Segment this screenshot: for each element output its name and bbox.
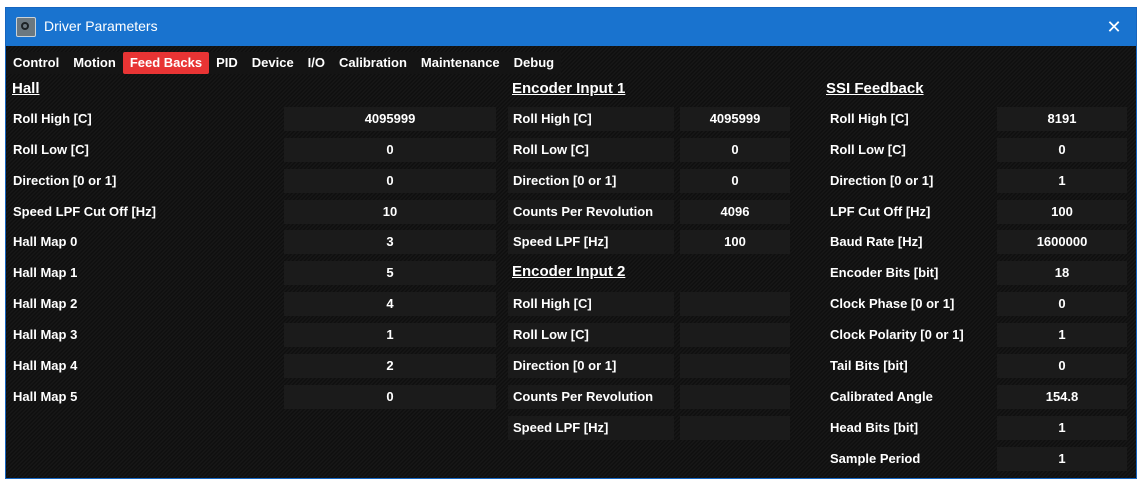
encoder-2-section-title: Encoder Input 2 <box>512 263 626 280</box>
encoder-1-row-label: Counts Per Revolution <box>513 204 654 219</box>
tab-feed-backs[interactable]: Feed Backs <box>122 52 210 74</box>
hall-roll-low-field[interactable]: 0 <box>284 138 496 162</box>
tab-debug[interactable]: Debug <box>506 52 562 74</box>
hall-row-label: Hall Map 4 <box>13 358 78 373</box>
hall-row-label: Roll Low [C] <box>13 142 89 157</box>
encoder-2-counts-field[interactable] <box>680 385 790 409</box>
hall-row-label: Speed LPF Cut Off [Hz] <box>13 204 156 219</box>
hall-map-2-field[interactable]: 4 <box>284 292 496 316</box>
tab-maintenance[interactable]: Maintenance <box>413 52 507 74</box>
encoder-1-speed-lpf-field[interactable]: 100 <box>680 230 790 254</box>
close-button[interactable]: ✕ <box>1092 8 1136 46</box>
ssi-encoder-bits-field[interactable]: 18 <box>997 261 1127 285</box>
ssi-row-label: Direction [0 or 1] <box>830 173 934 188</box>
app-gear-icon <box>16 17 36 37</box>
ssi-baud-rate-field[interactable]: 1600000 <box>997 230 1127 254</box>
hall-map-0-field[interactable]: 3 <box>284 230 496 254</box>
ssi-row-label: Tail Bits [bit] <box>830 358 908 373</box>
encoder-1-row-label: Direction [0 or 1] <box>513 173 617 188</box>
encoder-1-counts-field[interactable]: 4096 <box>680 200 790 224</box>
hall-direction-field[interactable]: 0 <box>284 169 496 193</box>
hall-row-label: Hall Map 1 <box>13 265 78 280</box>
window-title: Driver Parameters <box>44 18 158 34</box>
ssi-section-title: SSI Feedback <box>826 80 924 97</box>
ssi-calibrated-angle-field[interactable]: 154.8 <box>997 385 1127 409</box>
hall-roll-high-field[interactable]: 4095999 <box>284 107 496 131</box>
hall-row-label: Hall Map 3 <box>13 327 78 342</box>
hall-map-5-field[interactable]: 0 <box>284 385 496 409</box>
ssi-tail-bits-field[interactable]: 0 <box>997 354 1127 378</box>
hall-row-label: Roll High [C] <box>13 111 92 126</box>
tab-pid[interactable]: PID <box>209 52 245 74</box>
hall-map-1-field[interactable]: 5 <box>284 261 496 285</box>
encoder-2-row-label: Speed LPF [Hz] <box>513 420 609 435</box>
hall-map-4-field[interactable]: 2 <box>284 354 496 378</box>
ssi-sample-period-field[interactable]: 1 <box>997 447 1127 471</box>
tab-calibration[interactable]: Calibration <box>332 52 414 74</box>
ssi-row-label: LPF Cut Off [Hz] <box>830 204 931 219</box>
ssi-row-label: Sample Period <box>830 451 921 466</box>
encoder-2-speed-lpf-field[interactable] <box>680 416 790 440</box>
driver-parameters-window: Driver Parameters ✕ Control Motion Feed … <box>6 8 1136 478</box>
ssi-row-label: Roll High [C] <box>830 111 909 126</box>
title-bar[interactable]: Driver Parameters ✕ <box>6 8 1136 46</box>
hall-row-label: Hall Map 5 <box>13 389 78 404</box>
hall-row-label: Hall Map 2 <box>13 296 78 311</box>
encoder-2-direction-field[interactable] <box>680 354 790 378</box>
hall-row-label: Hall Map 0 <box>13 234 78 249</box>
hall-map-3-field[interactable]: 1 <box>284 323 496 347</box>
ssi-row-label: Baud Rate [Hz] <box>830 234 923 249</box>
encoder-1-row-label: Speed LPF [Hz] <box>513 234 609 249</box>
encoder-2-row-label: Direction [0 or 1] <box>513 358 617 373</box>
ssi-row-label: Clock Phase [0 or 1] <box>830 296 955 311</box>
ssi-row-label: Head Bits [bit] <box>830 420 919 435</box>
hall-speed-lpf-field[interactable]: 10 <box>284 200 496 224</box>
encoder-1-row-label: Roll High [C] <box>513 111 592 126</box>
encoder-1-direction-field[interactable]: 0 <box>680 169 790 193</box>
ssi-lpf-cutoff-field[interactable]: 100 <box>997 200 1127 224</box>
ssi-direction-field[interactable]: 1 <box>997 169 1127 193</box>
ssi-row-label: Calibrated Angle <box>830 389 933 404</box>
ssi-row-label: Encoder Bits [bit] <box>830 265 939 280</box>
ssi-row-label: Roll Low [C] <box>830 142 906 157</box>
ssi-roll-high-field[interactable]: 8191 <box>997 107 1127 131</box>
tab-motion[interactable]: Motion <box>66 52 123 74</box>
tab-bar: Control Motion Feed Backs PID Device I/O… <box>6 52 562 74</box>
encoder-2-roll-low-field[interactable] <box>680 323 790 347</box>
encoder-1-section-title: Encoder Input 1 <box>512 80 626 97</box>
encoder-1-roll-high-field[interactable]: 4095999 <box>680 107 790 131</box>
encoder-1-row-label: Roll Low [C] <box>513 142 589 157</box>
hall-row-label: Direction [0 or 1] <box>13 173 117 188</box>
hall-section-title: Hall <box>12 80 40 97</box>
ssi-row-label: Clock Polarity [0 or 1] <box>830 327 964 342</box>
tab-control[interactable]: Control <box>6 52 67 74</box>
encoder-2-row-label: Roll High [C] <box>513 296 592 311</box>
tab-io[interactable]: I/O <box>300 52 333 74</box>
ssi-clock-polarity-field[interactable]: 1 <box>997 323 1127 347</box>
encoder-2-row-label: Counts Per Revolution <box>513 389 654 404</box>
encoder-1-roll-low-field[interactable]: 0 <box>680 138 790 162</box>
ssi-head-bits-field[interactable]: 1 <box>997 416 1127 440</box>
tab-device[interactable]: Device <box>244 52 301 74</box>
ssi-roll-low-field[interactable]: 0 <box>997 138 1127 162</box>
encoder-2-row-label: Roll Low [C] <box>513 327 589 342</box>
ssi-clock-phase-field[interactable]: 0 <box>997 292 1127 316</box>
encoder-2-roll-high-field[interactable] <box>680 292 790 316</box>
